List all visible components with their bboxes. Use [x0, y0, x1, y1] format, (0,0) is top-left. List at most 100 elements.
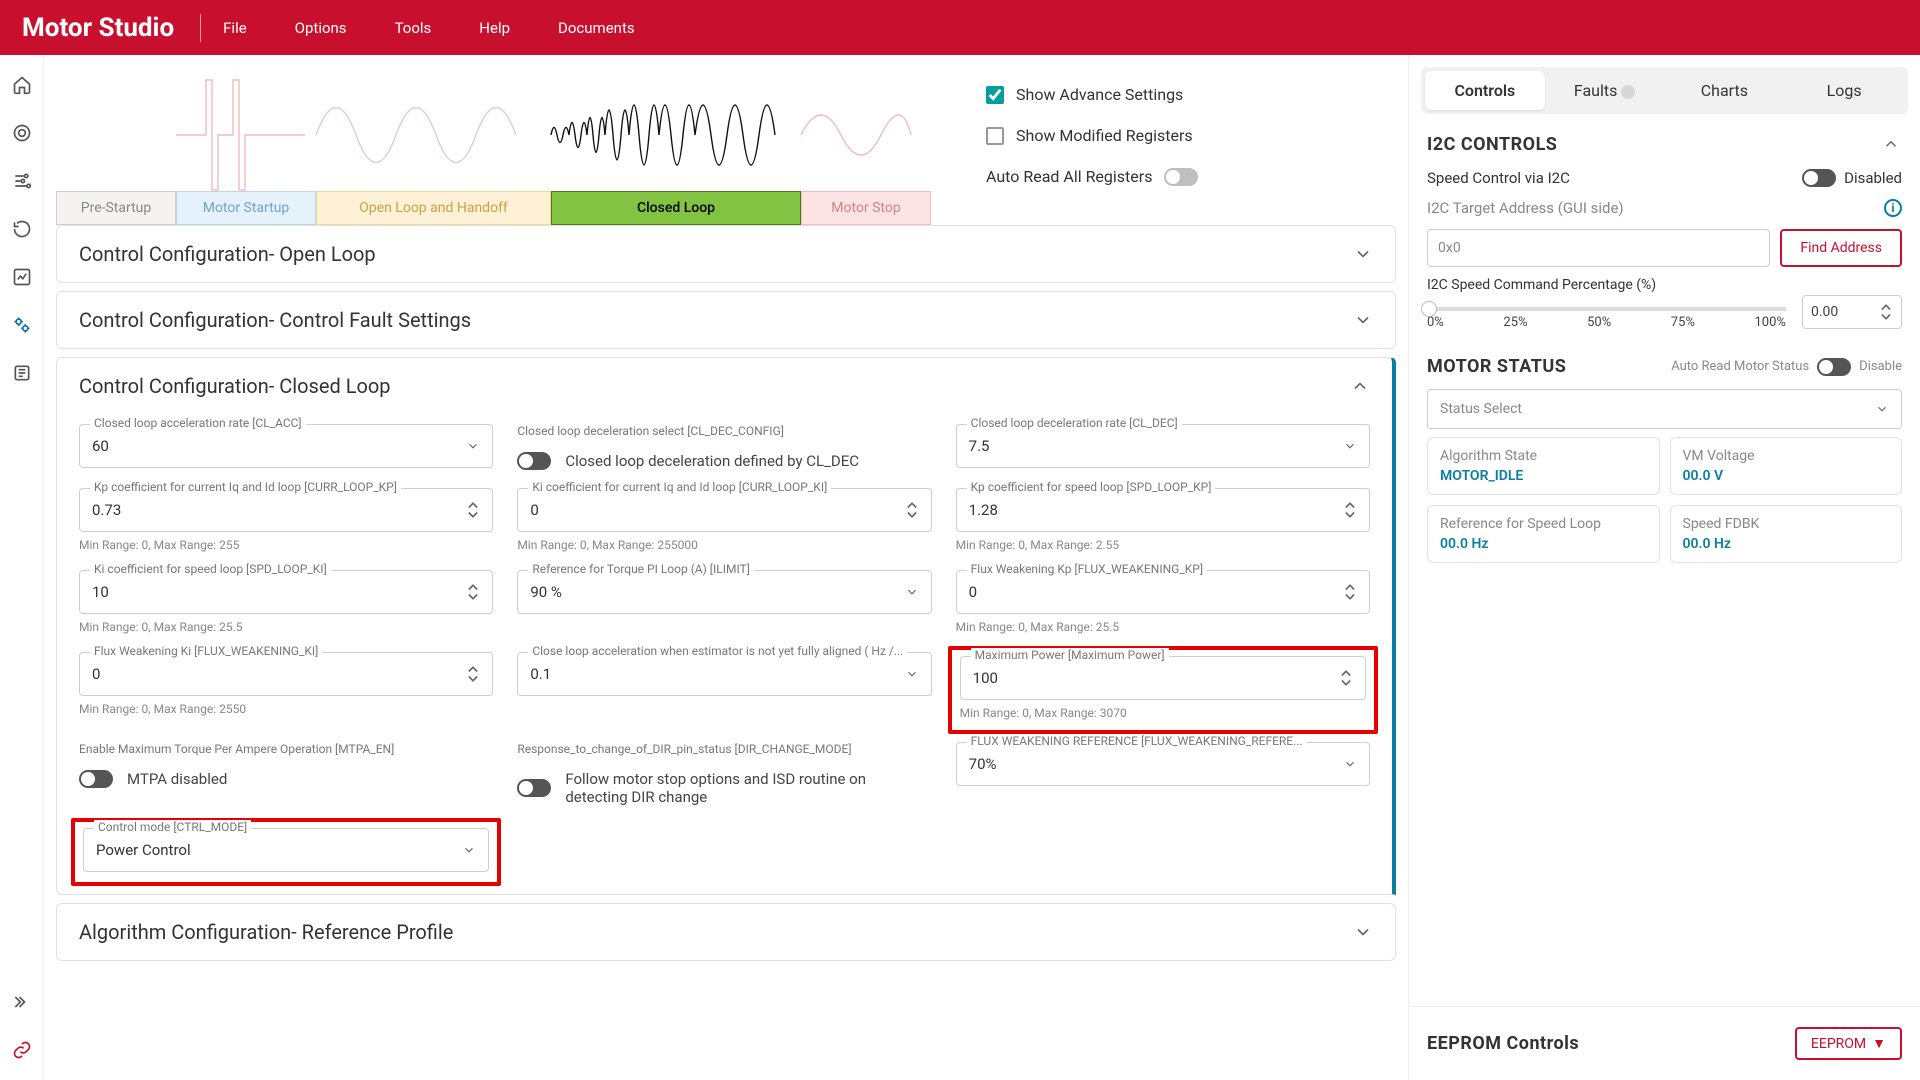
stage-pre-startup[interactable]: Pre-Startup [56, 191, 176, 225]
cl-dec-legend: Closed loop deceleration rate [CL_DEC] [967, 416, 1182, 430]
i2c-speed-disabled: Disabled [1844, 169, 1902, 187]
brand-divider [200, 14, 201, 42]
i2c-pct-value: 0.00 [1811, 304, 1838, 320]
tab-controls[interactable]: Controls [1425, 71, 1545, 110]
cl-dec-cfg-toggle[interactable] [517, 452, 551, 470]
cl-acc-na-select[interactable]: Close loop acceleration when estimator i… [517, 652, 931, 696]
autoread-registers-toggle[interactable] [1164, 168, 1198, 186]
spinner-icon[interactable] [466, 664, 480, 684]
ilim-legend: Reference for Torque PI Loop (A) [ILIMIT… [528, 562, 754, 576]
i2c-speed-slider[interactable] [1427, 307, 1786, 311]
stage-open-loop[interactable]: Open Loop and Handoff [316, 191, 551, 225]
link-icon[interactable] [12, 1040, 32, 1060]
ki-spd-input[interactable]: Ki coefficient for speed loop [SPD_LOOP_… [79, 570, 493, 614]
fw-ki-value: 0 [92, 665, 466, 683]
ilim-select[interactable]: Reference for Torque PI Loop (A) [ILIMIT… [517, 570, 931, 614]
alg-value: MOTOR_IDLE [1440, 468, 1647, 484]
i2c-speed-toggle[interactable] [1802, 169, 1836, 187]
vm-label: VM Voltage [1683, 448, 1890, 464]
chevron-down-icon [462, 840, 476, 860]
kp-spd-hint: Min Range: 0, Max Range: 2.55 [956, 538, 1370, 552]
fw-ki-input[interactable]: Flux Weakening Ki [FLUX_WEAKENING_KI] 0 [79, 652, 493, 696]
panel-reference-profile: Algorithm Configuration- Reference Profi… [56, 903, 1396, 961]
fdbk-label: Speed FDBK [1683, 516, 1890, 532]
panel-reference-profile-header[interactable]: Algorithm Configuration- Reference Profi… [57, 904, 1395, 960]
panel-closed-loop-header[interactable]: Control Configuration- Closed Loop [57, 358, 1392, 414]
fw-ref-value: 70% [969, 755, 1343, 773]
tab-logs[interactable]: Logs [1784, 71, 1904, 110]
status-select[interactable]: Status Select [1427, 389, 1902, 429]
spinner-icon[interactable] [1339, 668, 1353, 688]
eeprom-button[interactable]: EEPROM ▼ [1795, 1027, 1902, 1060]
cl-acc-select[interactable]: Closed loop acceleration rate [CL_ACC] 6… [79, 424, 493, 468]
spinner-icon[interactable] [466, 500, 480, 520]
ki-curr-hint: Min Range: 0, Max Range: 255000 [517, 538, 931, 552]
find-address-button[interactable]: Find Address [1780, 229, 1902, 267]
registers-icon[interactable] [12, 363, 32, 383]
expand-icon[interactable] [12, 992, 32, 1012]
target-icon[interactable] [12, 123, 32, 143]
menu-tools[interactable]: Tools [395, 19, 432, 37]
tab-faults-label: Faults [1574, 81, 1617, 100]
i2c-title: I2C CONTROLS [1427, 134, 1557, 155]
tick-75: 75% [1671, 315, 1695, 330]
maxpower-highlight: Maximum Power [Maximum Power] 100 Min Ra… [948, 646, 1378, 734]
modified-registers-checkbox[interactable] [986, 127, 1004, 145]
panel-fault-header[interactable]: Control Configuration- Control Fault Set… [57, 292, 1395, 348]
fw-kp-input[interactable]: Flux Weakening Kp [FLUX_WEAKENING_KP] 0 [956, 570, 1370, 614]
menu-help[interactable]: Help [479, 19, 510, 37]
spinner-icon[interactable] [1879, 302, 1893, 322]
dir-chg-legend: Response_to_change_of_DIR_pin_status [DI… [517, 742, 931, 756]
spinner-icon[interactable] [905, 500, 919, 520]
motor-autoread-toggle[interactable] [1817, 358, 1851, 376]
chart-icon[interactable] [12, 267, 32, 287]
stage-closed-loop[interactable]: Closed Loop [551, 191, 801, 225]
vm-value: 00.0 V [1683, 468, 1890, 484]
stage-motor-stop[interactable]: Motor Stop [801, 191, 931, 225]
chevron-down-icon [1353, 310, 1373, 330]
cl-dec-value: 7.5 [969, 437, 1343, 455]
panel-closed-loop-title: Control Configuration- Closed Loop [79, 374, 391, 398]
stage-motor-startup[interactable]: Motor Startup [176, 191, 316, 225]
chevron-up-icon[interactable] [1882, 135, 1902, 155]
fw-ref-select[interactable]: FLUX WEAKENING REFERENCE [FLUX_WEAKENING… [956, 742, 1370, 786]
rotate-icon[interactable] [12, 219, 32, 239]
chevron-down-icon [1353, 244, 1373, 264]
advance-settings-checkbox[interactable] [986, 86, 1004, 104]
menu-options[interactable]: Options [295, 19, 347, 37]
kp-curr-input[interactable]: Kp coefficient for current Iq and Id loo… [79, 488, 493, 532]
panel-open-loop-title: Control Configuration- Open Loop [79, 242, 376, 266]
menu-file[interactable]: File [223, 19, 247, 37]
spinner-icon[interactable] [1343, 500, 1357, 520]
fdbk-value: 00.0 Hz [1683, 536, 1890, 552]
ctrlmode-highlight: Control mode [CTRL_MODE] Power Control [71, 818, 501, 886]
sliders-icon[interactable] [12, 171, 32, 191]
i2c-pct-input[interactable]: 0.00 [1802, 295, 1902, 329]
panel-fault-settings: Control Configuration- Control Fault Set… [56, 291, 1396, 349]
panel-open-loop-header[interactable]: Control Configuration- Open Loop [57, 226, 1395, 282]
cl-dec-cfg-legend: Closed loop deceleration select [CL_DEC_… [517, 424, 931, 438]
mtpa-text: MTPA disabled [127, 770, 227, 788]
tab-faults[interactable]: Faults [1545, 71, 1665, 110]
advance-settings-label: Show Advance Settings [1016, 85, 1183, 104]
maxpower-input[interactable]: Maximum Power [Maximum Power] 100 [960, 656, 1366, 700]
slider-thumb-icon[interactable] [1421, 301, 1437, 317]
gears-icon[interactable] [12, 315, 32, 335]
mtpa-toggle[interactable] [79, 770, 113, 788]
maxpower-legend: Maximum Power [Maximum Power] [971, 648, 1169, 662]
kp-spd-input[interactable]: Kp coefficient for speed loop [SPD_LOOP_… [956, 488, 1370, 532]
dir-chg-toggle[interactable] [517, 779, 551, 797]
cl-dec-select[interactable]: Closed loop deceleration rate [CL_DEC] 7… [956, 424, 1370, 468]
spinner-icon[interactable] [1343, 582, 1357, 602]
ki-curr-input[interactable]: Ki coefficient for current Iq and Id loo… [517, 488, 931, 532]
home-icon[interactable] [12, 75, 32, 95]
fw-ki-hint: Min Range: 0, Max Range: 2550 [79, 702, 493, 716]
info-icon[interactable]: i [1884, 199, 1902, 217]
tab-charts[interactable]: Charts [1665, 71, 1785, 110]
i2c-target-input[interactable]: 0x0 [1427, 229, 1770, 267]
spinner-icon[interactable] [466, 582, 480, 602]
menu-documents[interactable]: Documents [558, 19, 635, 37]
motor-status-title: MOTOR STATUS [1427, 356, 1566, 377]
maxpower-hint: Min Range: 0, Max Range: 3070 [960, 706, 1366, 720]
ctrlmode-select[interactable]: Control mode [CTRL_MODE] Power Control [83, 828, 489, 872]
